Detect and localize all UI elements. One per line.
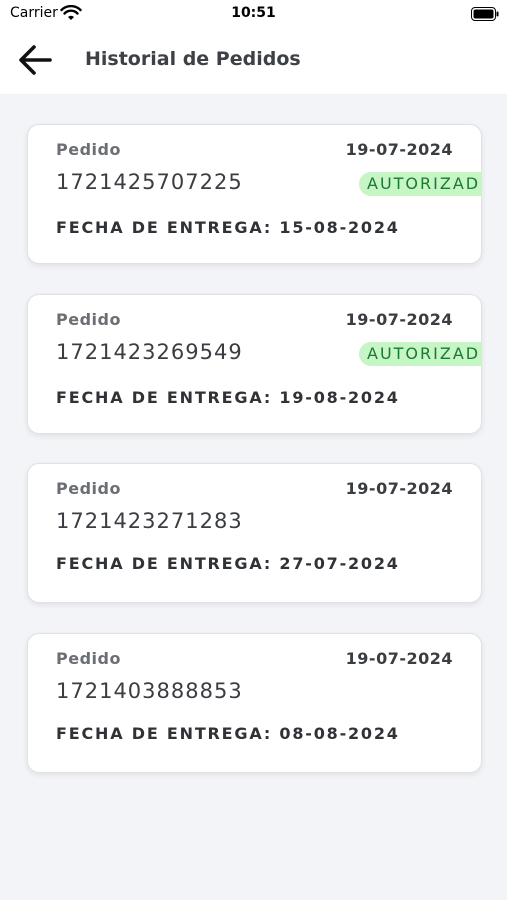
order-number: 1721425707225 [56,170,243,194]
arrow-left-icon[interactable] [16,42,56,78]
order-number: 1721423271283 [56,509,243,533]
order-date: 19-07-2024 [345,649,453,668]
status-badge: AUTORIZADO [359,342,481,366]
status-badge: AUTORIZADO [359,172,481,196]
order-label: Pedido [56,140,121,159]
order-label: Pedido [56,479,121,498]
order-date: 19-07-2024 [345,310,453,329]
order-number: 1721423269549 [56,340,243,364]
order-card[interactable]: Pedido 19-07-2024 1721423269549 AUTORIZA… [27,294,482,434]
app-header: Historial de Pedidos [0,28,507,94]
order-card[interactable]: Pedido 19-07-2024 1721425707225 AUTORIZA… [27,124,482,264]
delivery-date: FECHA DE ENTREGA: 19-08-2024 [56,388,400,407]
battery-icon [471,7,499,21]
order-card[interactable]: Pedido 19-07-2024 1721423271283 FECHA DE… [27,463,482,603]
order-date: 19-07-2024 [345,140,453,159]
delivery-date: FECHA DE ENTREGA: 27-07-2024 [56,554,400,573]
delivery-date: FECHA DE ENTREGA: 08-08-2024 [56,724,400,743]
order-label: Pedido [56,649,121,668]
page-title: Historial de Pedidos [85,48,301,70]
order-date: 19-07-2024 [345,479,453,498]
status-bar: Carrier 10:51 [0,0,507,28]
order-number: 1721403888853 [56,679,243,703]
order-label: Pedido [56,310,121,329]
order-card[interactable]: Pedido 19-07-2024 1721403888853 FECHA DE… [27,633,482,773]
clock: 10:51 [231,5,276,21]
delivery-date: FECHA DE ENTREGA: 15-08-2024 [56,218,400,237]
